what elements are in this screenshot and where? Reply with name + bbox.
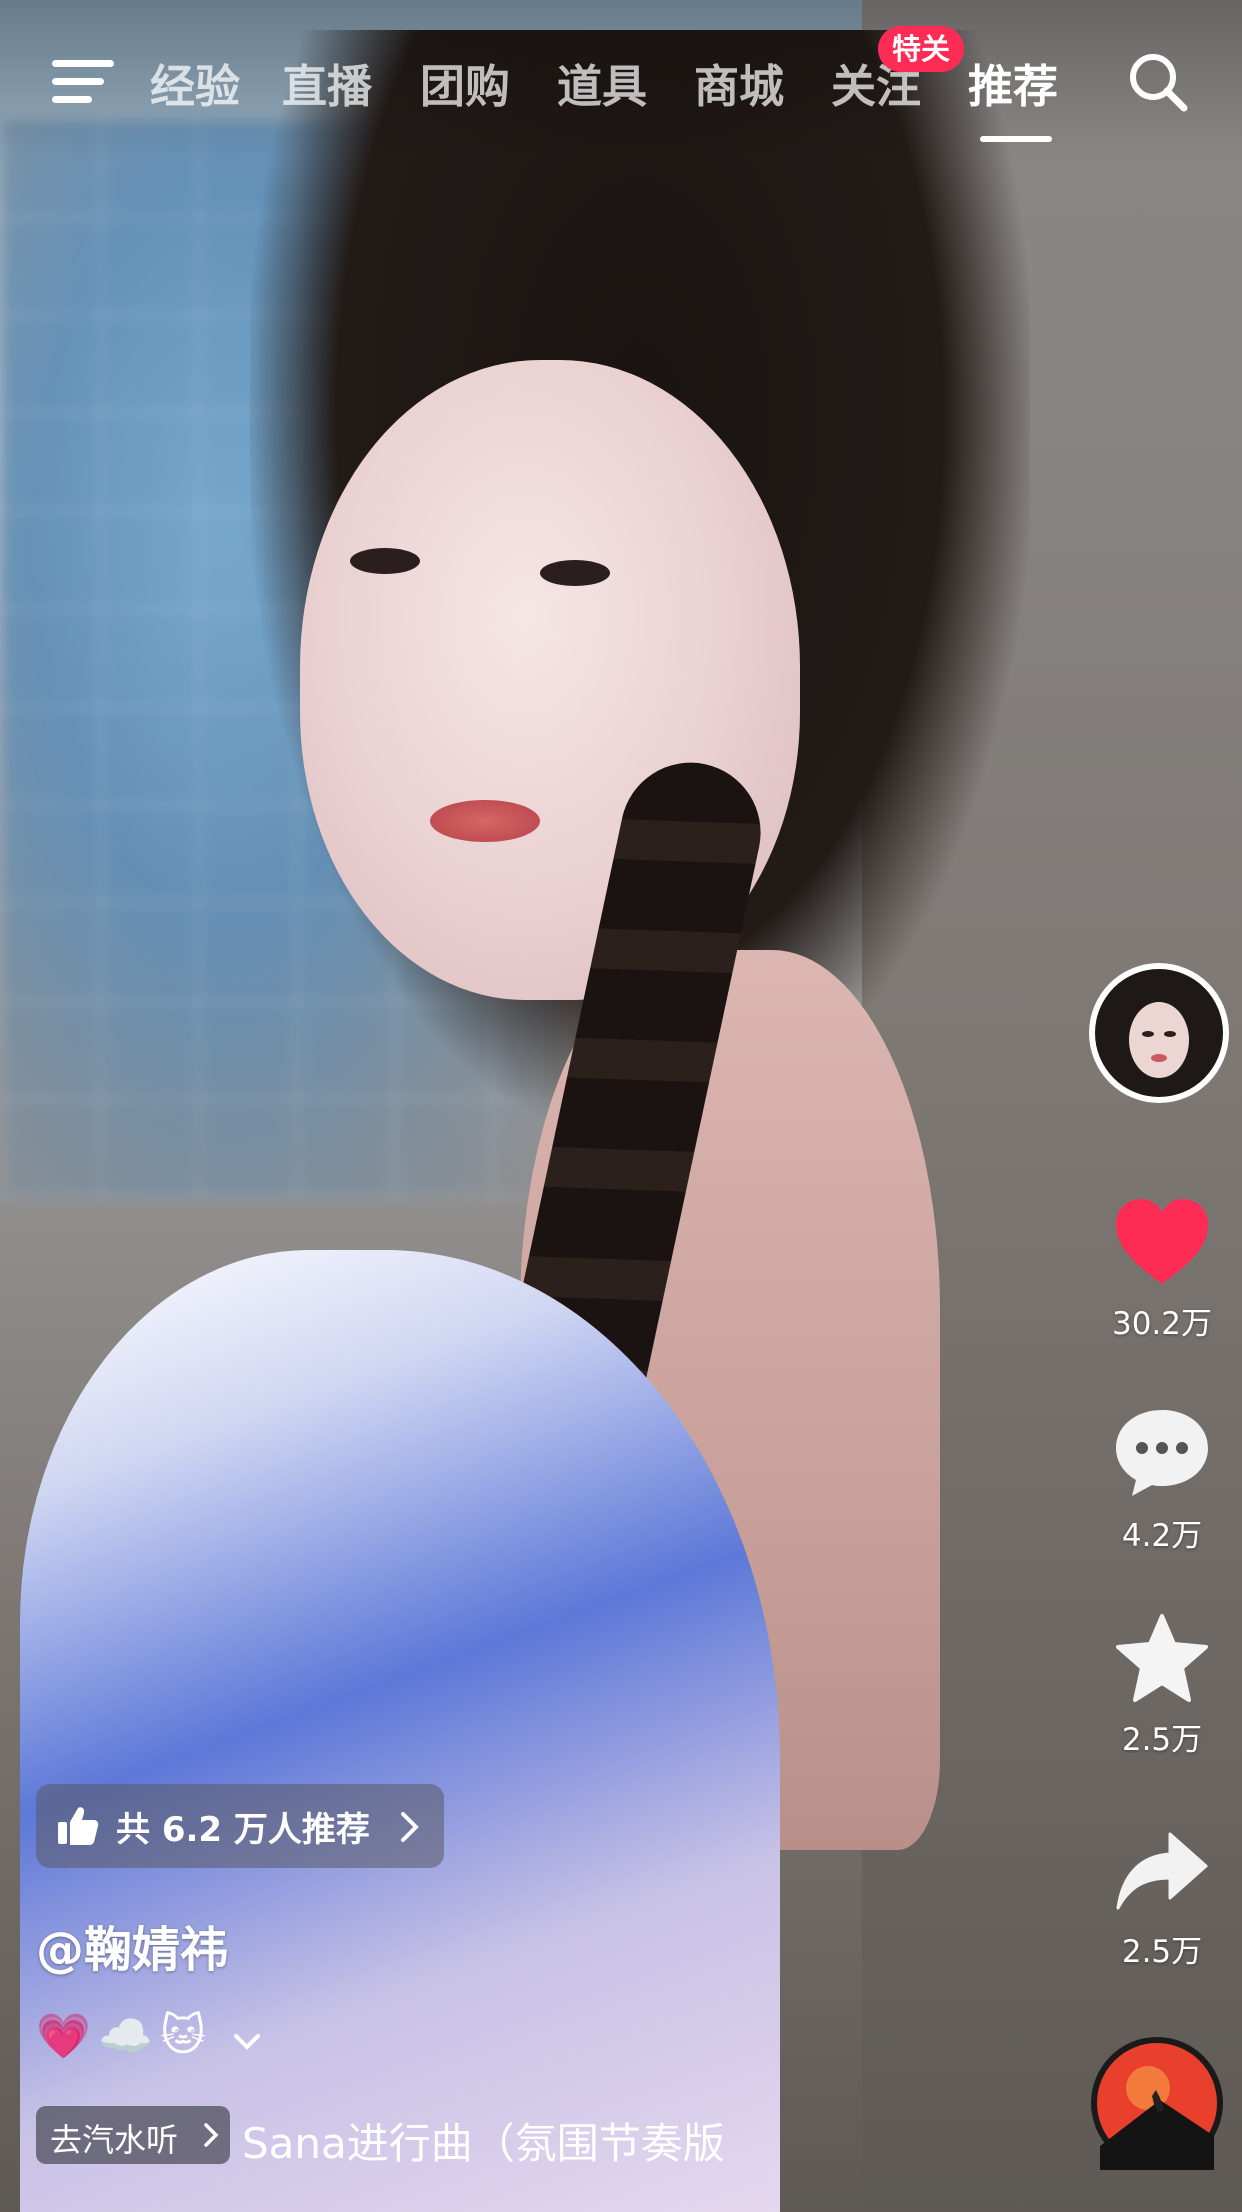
like-count: 30.2万 <box>1111 1306 1213 1342</box>
author-name[interactable]: @鞠婧祎 <box>36 1910 228 1980</box>
favorite-count: 2.5万 <box>1121 1722 1203 1758</box>
music-title: Sana进行曲（氛围节奏版 <box>242 2119 725 2168</box>
video-frame[interactable] <box>0 0 1242 2212</box>
following-badge: 特关 <box>878 26 965 72</box>
top-nav: 经验 直播 团购 道具 商城 关注 推荐 特关 <box>0 0 1242 160</box>
tab-props[interactable]: 道具 <box>557 50 647 115</box>
video-screen[interactable]: 经验 直播 团购 道具 商城 关注 推荐 特关 30.2万 4.2万 2.5万 … <box>0 0 1242 2212</box>
star-icon <box>1116 1614 1208 1702</box>
chevron-right-icon <box>204 2123 219 2147</box>
share-count: 2.5万 <box>1121 1934 1203 1970</box>
tab-recommend[interactable]: 推荐 <box>968 50 1058 115</box>
share-button[interactable]: 2.5万 <box>1082 1828 1242 1971</box>
subject-lips <box>430 800 540 842</box>
hamburger-menu-icon[interactable] <box>52 56 114 108</box>
tab-experience[interactable]: 经验 <box>150 50 240 115</box>
like-button[interactable]: 30.2万 <box>1082 1196 1242 1343</box>
recommend-pill[interactable]: 共 6.2 万人推荐 <box>36 1784 444 1868</box>
active-tab-indicator <box>980 136 1052 142</box>
subject-eye <box>350 548 420 574</box>
chevron-right-icon <box>401 1812 419 1842</box>
thumbs-up-icon <box>58 1807 99 1845</box>
comment-count: 4.2万 <box>1121 1518 1203 1554</box>
comment-icon <box>1116 1410 1208 1496</box>
music-tag-label: 去汽水听 <box>50 2121 179 2159</box>
recommend-label: 共 6.2 万人推荐 <box>116 1810 370 1850</box>
subject-eye <box>540 560 610 586</box>
heart-icon <box>1116 1199 1208 1284</box>
tab-group-buy[interactable]: 团购 <box>420 50 510 115</box>
heart-emoji: 💗 <box>36 2011 91 2062</box>
creator-avatar[interactable] <box>1086 960 1232 1106</box>
tab-live[interactable]: 直播 <box>282 50 372 115</box>
cloud-emoji: ☁️ <box>98 2011 153 2062</box>
share-arrow-icon <box>1116 1832 1208 1910</box>
tab-mall[interactable]: 商城 <box>694 50 784 115</box>
comment-button[interactable]: 4.2万 <box>1082 1404 1242 1555</box>
chevron-down-icon[interactable] <box>232 2032 262 2052</box>
music-app-tag[interactable]: 去汽水听 <box>36 2106 230 2164</box>
search-icon[interactable] <box>1126 50 1190 114</box>
music-disc-icon[interactable] <box>1090 2036 1224 2170</box>
favorite-button[interactable]: 2.5万 <box>1082 1612 1242 1759</box>
cat-emoji: 🐱 <box>160 2010 206 2061</box>
